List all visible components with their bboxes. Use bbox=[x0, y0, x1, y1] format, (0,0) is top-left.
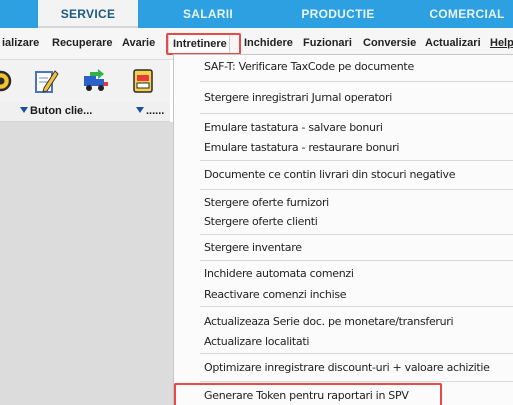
tab-service[interactable]: SERVICE bbox=[38, 0, 138, 28]
menu-inchidere[interactable]: Inchidere bbox=[244, 37, 293, 49]
intretinere-dropdown-menu: SAF-T: Verificare TaxCode pe documente S… bbox=[173, 54, 513, 405]
menu-item-documente-stocuri-negative[interactable]: Documente ce contin livrari din stocuri … bbox=[204, 168, 456, 181]
menu-item-actualizeaza-serie-doc[interactable]: Actualizeaza Serie doc. pe monetare/tran… bbox=[204, 315, 454, 328]
menu-separator bbox=[200, 353, 513, 354]
column-header-2[interactable]: ...... bbox=[136, 105, 164, 117]
partial-circle-icon[interactable] bbox=[0, 66, 16, 96]
menu-item-saft-verificare-taxcode[interactable]: SAF-T: Verificare TaxCode pe documente bbox=[204, 60, 414, 73]
menu-separator bbox=[200, 113, 513, 114]
menu-item-emulare-restaurare-bonuri[interactable]: Emulare tastatura - restaurare bonuri bbox=[204, 141, 399, 154]
menu-item-stergere-oferte-clienti[interactable]: Stergere oferte clienti bbox=[204, 215, 318, 228]
menu-item-optimizare-discount-uri[interactable]: Optimizare inregistrare discount-uri + v… bbox=[204, 361, 490, 374]
transfer-truck-icon[interactable] bbox=[80, 66, 110, 96]
menu-item-actualizare-localitati[interactable]: Actualizare localitati bbox=[204, 335, 309, 348]
tab-productie[interactable]: PRODUCTIE bbox=[283, 0, 393, 28]
menu-separator bbox=[200, 306, 513, 307]
menu-item-reactivare-comenzi-inchise[interactable]: Reactivare comenzi inchise bbox=[204, 288, 347, 301]
menu-conversie[interactable]: Conversie bbox=[363, 37, 416, 49]
menu-recuperare[interactable]: Recuperare bbox=[52, 37, 113, 49]
menu-ializare[interactable]: ializare bbox=[2, 37, 39, 49]
sort-triangle-icon bbox=[136, 107, 144, 113]
highlight-box-token-item bbox=[174, 383, 442, 405]
menu-help[interactable]: Help bbox=[490, 37, 513, 49]
toolbar bbox=[0, 60, 170, 102]
sort-triangle-icon bbox=[20, 107, 28, 113]
menu-separator bbox=[200, 189, 513, 190]
module-tab-bar: SERVICE SALARII PRODUCTIE COMERCIAL bbox=[0, 0, 513, 28]
menu-item-stergere-inventare[interactable]: Stergere inventare bbox=[204, 241, 302, 254]
menu-avarie[interactable]: Avarie bbox=[122, 37, 155, 49]
highlight-box-menu bbox=[166, 33, 241, 55]
menu-item-stergere-oferte-furnizori[interactable]: Stergere oferte furnizori bbox=[204, 196, 329, 209]
menu-item-inchidere-automata-comenzi[interactable]: Inchidere automata comenzi bbox=[204, 267, 354, 280]
menu-separator bbox=[200, 81, 513, 82]
column-header-buton-client[interactable]: Buton clie... bbox=[20, 105, 92, 117]
grid-area bbox=[0, 122, 175, 405]
menu-item-emulare-salvare-bonuri[interactable]: Emulare tastatura - salvare bonuri bbox=[204, 121, 383, 134]
tab-comercial[interactable]: COMERCIAL bbox=[412, 0, 513, 28]
edit-document-icon[interactable] bbox=[30, 66, 60, 96]
menu-separator bbox=[200, 260, 513, 261]
menu-actualizari[interactable]: Actualizari bbox=[425, 37, 481, 49]
menu-separator bbox=[200, 381, 513, 382]
tab-salarii[interactable]: SALARII bbox=[158, 0, 258, 28]
menu-separator bbox=[200, 160, 513, 161]
menu-separator bbox=[200, 234, 513, 235]
column-header-strip: Buton clie... ...... bbox=[0, 102, 170, 122]
menu-item-stergere-jurnal-operatori[interactable]: Stergere inregistrari Jurnal operatori bbox=[204, 91, 392, 104]
calendar-icon[interactable] bbox=[128, 66, 158, 96]
menu-fuzionari[interactable]: Fuzionari bbox=[303, 37, 352, 49]
